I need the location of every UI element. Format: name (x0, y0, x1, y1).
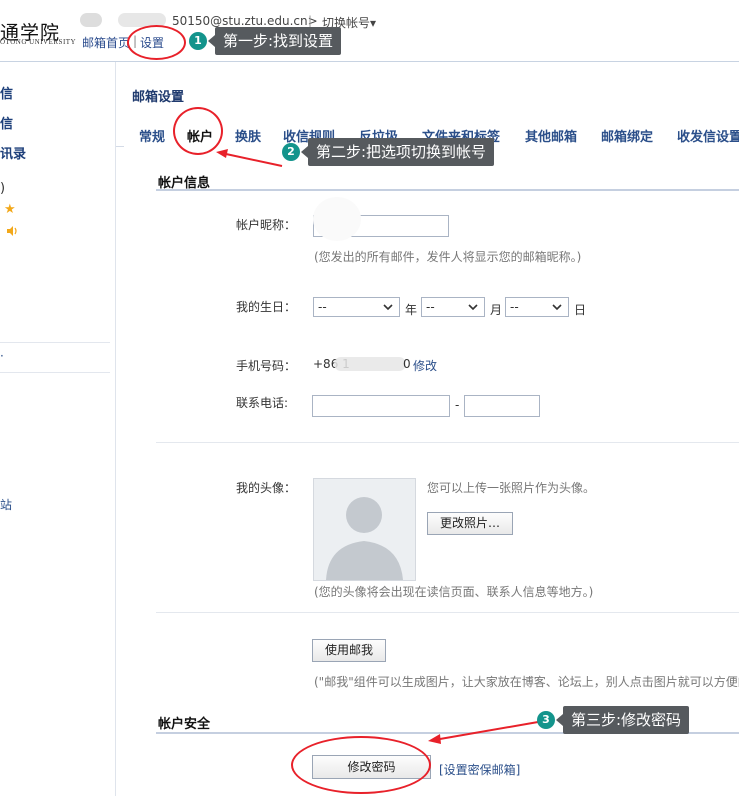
sidebar-divider (0, 372, 110, 373)
mobile-edit-link[interactable]: 修改 (413, 357, 437, 374)
avatar-hint: (您的头像将会出现在读信页面、联系人信息等地方。) (314, 585, 594, 599)
nickname-hint: (您发出的所有邮件，发件人将显示您的邮箱昵称。) (314, 250, 582, 264)
step-badge-2: 2 (282, 143, 300, 161)
step-badge-1: 1 (189, 32, 207, 50)
star-icon[interactable]: ★ (4, 202, 16, 217)
sidebar-item-misc[interactable]: · (0, 349, 4, 363)
tab-skin[interactable]: 换肤 (235, 126, 261, 145)
mailme-hint: ("邮我"组件可以生成图片，让大家放在博客、论坛上，别人点击图片就可以方便的 (314, 675, 739, 689)
avatar-label: 我的头像： (236, 481, 297, 495)
tab-send-receive-settings[interactable]: 收发信设置 (677, 126, 739, 145)
step-callout-2: 第二步:把选项切换到帐号 (300, 138, 495, 166)
day-unit: 日 (574, 303, 587, 317)
speaker-icon[interactable] (7, 226, 18, 236)
step-badge-3: 3 (537, 711, 555, 729)
sidebar-item-write[interactable]: 信 (0, 83, 13, 102)
user-email: 50150@stu.ztu.edu.cn> (172, 14, 318, 28)
university-logo-subtitle: OTONG UNIVERSITY (0, 38, 77, 46)
section-account-security: 帐户安全 (158, 717, 211, 732)
sidebar-item-count: ) (0, 181, 6, 196)
birth-year-select[interactable]: -- (313, 297, 400, 317)
header-separator: | (308, 14, 313, 28)
step-callout-3: 第三步:修改密码 (555, 706, 690, 734)
phone-number-input[interactable] (464, 395, 540, 417)
mailbox-home-link[interactable]: 邮箱首页 (82, 34, 130, 51)
mobile-blur-redaction (334, 357, 406, 371)
left-sidebar (0, 62, 116, 796)
page-title: 邮箱设置 (132, 90, 185, 105)
tab-other-mailbox[interactable]: 其他邮箱 (525, 126, 577, 145)
chevron-down-icon (468, 304, 478, 311)
birth-year-value: -- (318, 300, 327, 314)
chevron-down-icon (383, 304, 393, 311)
phone-label: 联系电话: (236, 396, 289, 410)
annotation-arrow-3 (428, 721, 539, 744)
annotation-circle-change-password (291, 736, 431, 794)
use-mailme-button[interactable]: 使用邮我 (312, 639, 386, 662)
row-divider (156, 442, 739, 443)
chevron-down-icon (552, 304, 562, 311)
sidebar-item-contacts[interactable]: 讯录 (0, 143, 26, 162)
security-email-link[interactable]: [设置密保邮箱] (439, 761, 520, 778)
annotation-circle-settings (127, 25, 186, 60)
sidebar-item-inbox[interactable]: 信 (0, 113, 13, 132)
phone-dash: - (455, 398, 460, 412)
year-unit: 年 (405, 303, 418, 317)
sidebar-divider (0, 342, 110, 343)
nickname-label: 帐户昵称： (236, 218, 297, 232)
avatar-upload-hint: 您可以上传一张照片作为头像。 (427, 481, 596, 495)
tab-general[interactable]: 常规 (139, 126, 165, 145)
step-callout-1: 第一步:找到设置 (207, 27, 342, 55)
default-avatar-icon (314, 479, 415, 580)
name-blur-redaction (80, 13, 102, 27)
mobile-suffix: 0 (403, 357, 411, 371)
tab-mailbox-binding[interactable]: 邮箱绑定 (601, 126, 653, 145)
dot-icon: · (0, 203, 1, 216)
birth-month-value: -- (426, 300, 435, 314)
nickname-blur-redaction (313, 197, 361, 241)
birth-day-select[interactable]: -- (505, 297, 569, 317)
account-panel (124, 146, 739, 796)
row-divider (156, 612, 739, 613)
section-divider (156, 189, 739, 191)
sidebar-item-station[interactable]: 站 (0, 496, 12, 513)
phone-area-input[interactable] (312, 395, 450, 417)
annotation-arrow-2 (216, 149, 283, 167)
mobile-label: 手机号码： (236, 359, 297, 373)
change-photo-button[interactable]: 更改照片… (427, 512, 513, 535)
avatar (313, 478, 416, 581)
birth-month-select[interactable]: -- (421, 297, 485, 317)
birth-day-value: -- (510, 300, 519, 314)
month-unit: 月 (490, 303, 503, 317)
birthday-label: 我的生日： (236, 300, 297, 314)
